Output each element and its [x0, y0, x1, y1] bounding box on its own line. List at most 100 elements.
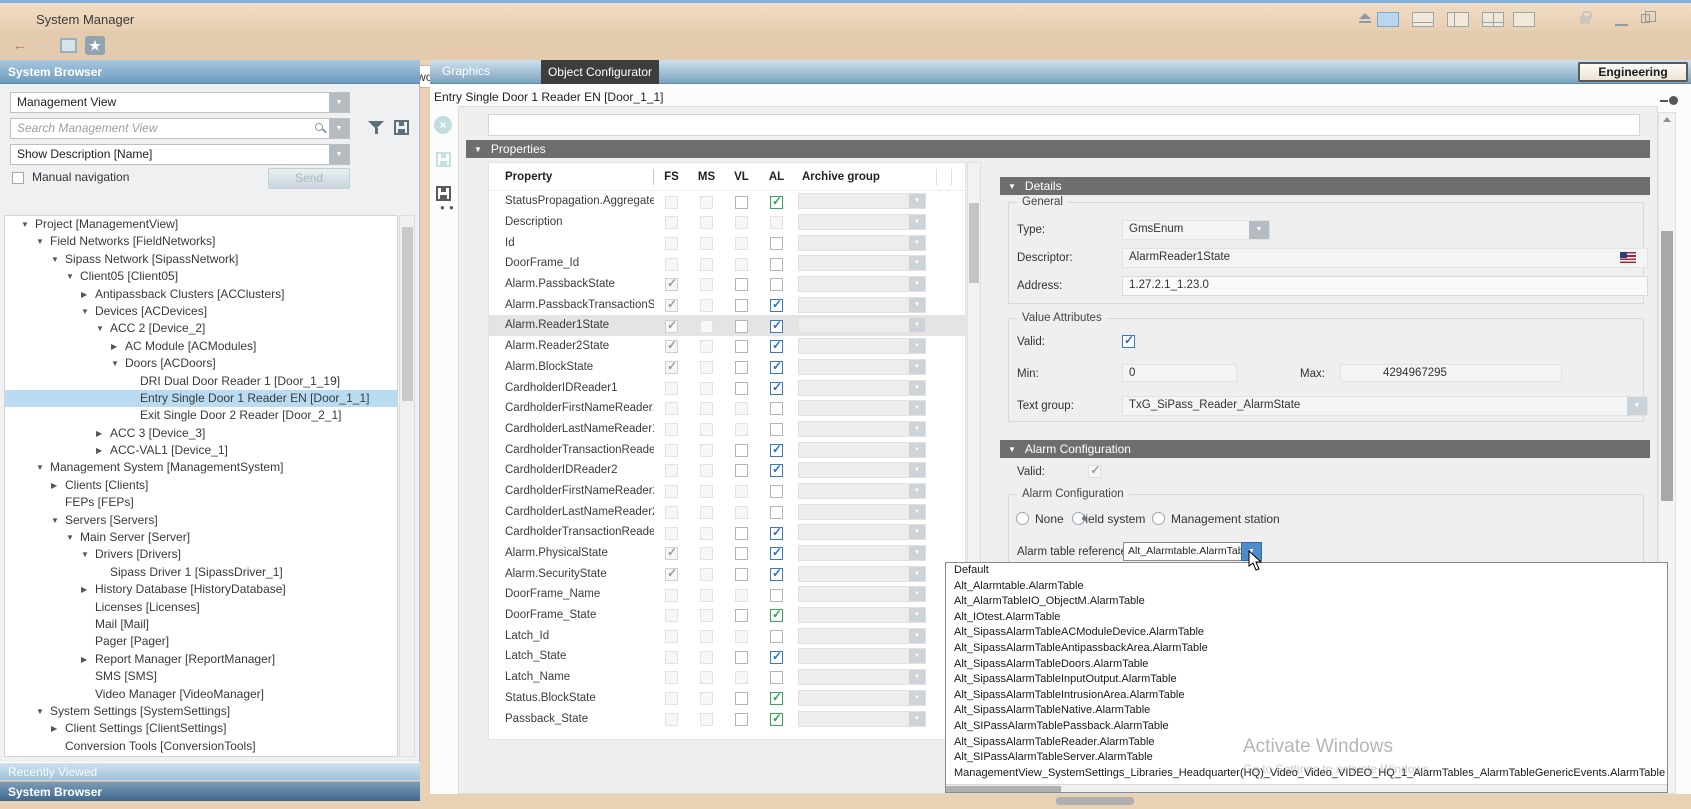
tree-item[interactable]: ▼Field Networks [FieldNetworks]: [5, 233, 397, 250]
system-browser-bar[interactable]: System Browser: [0, 781, 420, 801]
column-header-fs[interactable]: FS: [654, 171, 689, 183]
column-header-ms[interactable]: MS: [689, 171, 724, 183]
property-row[interactable]: Alarm.Reader2State▼: [489, 336, 965, 357]
tree-item[interactable]: ▶AC Module [ACModules]: [5, 338, 397, 355]
al-checkbox-blue[interactable]: [770, 568, 783, 581]
dropdown-hscrollbar-thumb[interactable]: [946, 786, 1061, 792]
alarm-table-reference-combobox[interactable]: Alt_Alarmtable.AlarmTable: [1123, 542, 1242, 561]
vl-checkbox-empty[interactable]: [735, 609, 748, 622]
tree-scrollbar[interactable]: [399, 215, 415, 757]
valid-checkbox[interactable]: [1122, 335, 1135, 348]
alarm-configuration-section-header[interactable]: ▼Alarm Configuration: [1000, 440, 1650, 458]
send-button[interactable]: Send: [268, 168, 350, 189]
property-row[interactable]: DoorFrame_Id▼: [489, 253, 965, 274]
property-row[interactable]: Description▼: [489, 212, 965, 233]
dropdown-item[interactable]: Alt_SipassAlarmTableDoors.AlarmTable: [946, 657, 1667, 673]
tree-item[interactable]: ▼Sipass Network [SipassNetwork]: [5, 251, 397, 268]
radio-icon-selected[interactable]: [1072, 512, 1085, 525]
al-checkbox-green[interactable]: [770, 692, 783, 705]
archive-group-dropdown[interactable]: ▼: [798, 193, 926, 209]
filter-icon[interactable]: [368, 121, 384, 136]
vl-checkbox-empty[interactable]: [735, 547, 748, 560]
archive-group-dropdown[interactable]: ▼: [798, 711, 926, 727]
property-row[interactable]: Status.BlockState▼: [489, 688, 965, 709]
vl-checkbox-empty[interactable]: [735, 692, 748, 705]
dropdown-item[interactable]: Alt_SipassAlarmTableACModuleDevice.Alarm…: [946, 625, 1667, 641]
tree-item[interactable]: ▼Client05 [Client05]: [5, 268, 397, 285]
main-scrollbar-thumb[interactable]: [1661, 231, 1673, 501]
radio-option-none[interactable]: None: [1016, 512, 1064, 526]
language-flag-icon[interactable]: [1620, 252, 1636, 263]
chevron-down-icon[interactable]: ▼: [909, 360, 925, 374]
address-field[interactable]: 1.27.2.1_1.23.0: [1122, 276, 1648, 296]
property-row[interactable]: CardholderLastNameReader2▼: [489, 501, 965, 522]
tree-item[interactable]: ▶Report Manager [ReportManager]: [5, 651, 397, 668]
property-row[interactable]: Alarm.PhysicalState▼: [489, 543, 965, 564]
radio-icon[interactable]: [1152, 512, 1165, 525]
al-checkbox-blue[interactable]: [770, 361, 783, 374]
engineering-mode-button[interactable]: Engineering: [1578, 62, 1688, 82]
chevron-down-icon[interactable]: ▼: [909, 401, 925, 415]
vl-checkbox-empty[interactable]: [735, 527, 748, 540]
column-header-property[interactable]: Property: [489, 169, 654, 185]
chevron-down-icon[interactable]: ▼: [909, 567, 925, 581]
scroll-up-arrow-icon[interactable]: [1663, 117, 1671, 122]
vl-checkbox-empty[interactable]: [735, 568, 748, 581]
archive-group-dropdown[interactable]: ▼: [798, 297, 926, 313]
tree-item[interactable]: ▼Main Server [Server]: [5, 529, 397, 546]
archive-group-dropdown[interactable]: ▼: [798, 483, 926, 499]
tree-item-selected[interactable]: Entry Single Door 1 Reader EN [Door_1_1]: [5, 390, 397, 407]
al-checkbox-blue[interactable]: [770, 320, 783, 333]
dropdown-item[interactable]: Alt_SIPassAlarmTableServer.AlarmTable: [946, 750, 1667, 766]
al-checkbox-empty[interactable]: [770, 630, 783, 643]
chevron-down-icon[interactable]: ▼: [909, 649, 925, 663]
column-header-archive-group[interactable]: Archive group: [794, 171, 936, 183]
property-row[interactable]: Id▼: [489, 232, 965, 253]
al-checkbox-empty[interactable]: [770, 402, 783, 415]
expand-arrow-icon[interactable]: ▶: [81, 651, 95, 668]
layout-hsplit-icon[interactable]: [1412, 12, 1434, 27]
tree-scrollbar-thumb[interactable]: [402, 227, 413, 401]
archive-group-dropdown[interactable]: ▼: [798, 317, 926, 333]
fs-checkbox-gray[interactable]: [665, 547, 678, 560]
al-checkbox-blue[interactable]: [770, 382, 783, 395]
chevron-down-icon[interactable]: ▼: [909, 525, 925, 539]
property-row[interactable]: CardholderIDReader2▼: [489, 460, 965, 481]
tree-item[interactable]: ▶Clients [Clients]: [5, 477, 397, 494]
view-selector-dropdown[interactable]: Management View ▼: [10, 92, 350, 113]
tree-item[interactable]: ▼Devices [ACDevices]: [5, 303, 397, 320]
archive-group-dropdown[interactable]: ▼: [798, 628, 926, 644]
archive-group-dropdown[interactable]: ▼: [798, 214, 926, 230]
collapse-arrow-icon[interactable]: ▼: [474, 145, 482, 154]
dropdown-item[interactable]: Alt_SipassAlarmTableInputOutput.AlarmTab…: [946, 672, 1667, 688]
property-row[interactable]: Alarm.PassbackTransactionState▼: [489, 294, 965, 315]
column-header-vl[interactable]: VL: [724, 171, 759, 183]
property-row[interactable]: Alarm.PassbackState▼: [489, 274, 965, 295]
property-row[interactable]: CardholderTransactionReader2▼: [489, 522, 965, 543]
tree-item[interactable]: Exit Single Door 2 Reader [Door_2_1]: [5, 407, 397, 424]
archive-group-dropdown[interactable]: ▼: [798, 690, 926, 706]
recent-window-icon[interactable]: [60, 38, 77, 53]
al-checkbox-blue[interactable]: [770, 547, 783, 560]
search-box[interactable]: ▼: [10, 118, 350, 139]
tab-graphics[interactable]: Graphics: [442, 64, 490, 78]
chevron-down-icon[interactable]: ▼: [909, 339, 925, 353]
tree-item[interactable]: ▼Servers [Servers]: [5, 512, 397, 529]
tab-object-configurator[interactable]: Object Configurator: [541, 60, 659, 84]
archive-group-dropdown[interactable]: ▼: [798, 648, 926, 664]
collapse-arrow-icon[interactable]: ▼: [36, 459, 50, 476]
dropdown-item[interactable]: ManagementView_SystemSettings_Libraries_…: [946, 766, 1667, 782]
dropdown-item[interactable]: Alt_Alarmtable.AlarmTable: [946, 579, 1667, 595]
tree-item[interactable]: ▼System Settings [SystemSettings]: [5, 703, 397, 720]
tree-item[interactable]: Sipass Driver 1 [SipassDriver_1]: [5, 564, 397, 581]
dropdown-item[interactable]: Alt_SipassAlarmTableReader.AlarmTable: [946, 735, 1667, 751]
dropdown-item[interactable]: Alt_SipassAlarmTableAntipassbackArea.Ala…: [946, 641, 1667, 657]
tree-item[interactable]: ▶History Database [HistoryDatabase]: [5, 581, 397, 598]
collapse-arrow-icon[interactable]: ▼: [66, 268, 80, 285]
layout-grid-icon[interactable]: [1377, 12, 1399, 27]
max-field[interactable]: 4294967295: [1340, 364, 1562, 382]
chevron-down-icon[interactable]: ▼: [909, 277, 925, 291]
al-checkbox-empty[interactable]: [770, 258, 783, 271]
tree-item[interactable]: DRI Dual Door Reader 1 [Door_1_19]: [5, 373, 397, 390]
editor-top-field[interactable]: [488, 114, 1640, 136]
